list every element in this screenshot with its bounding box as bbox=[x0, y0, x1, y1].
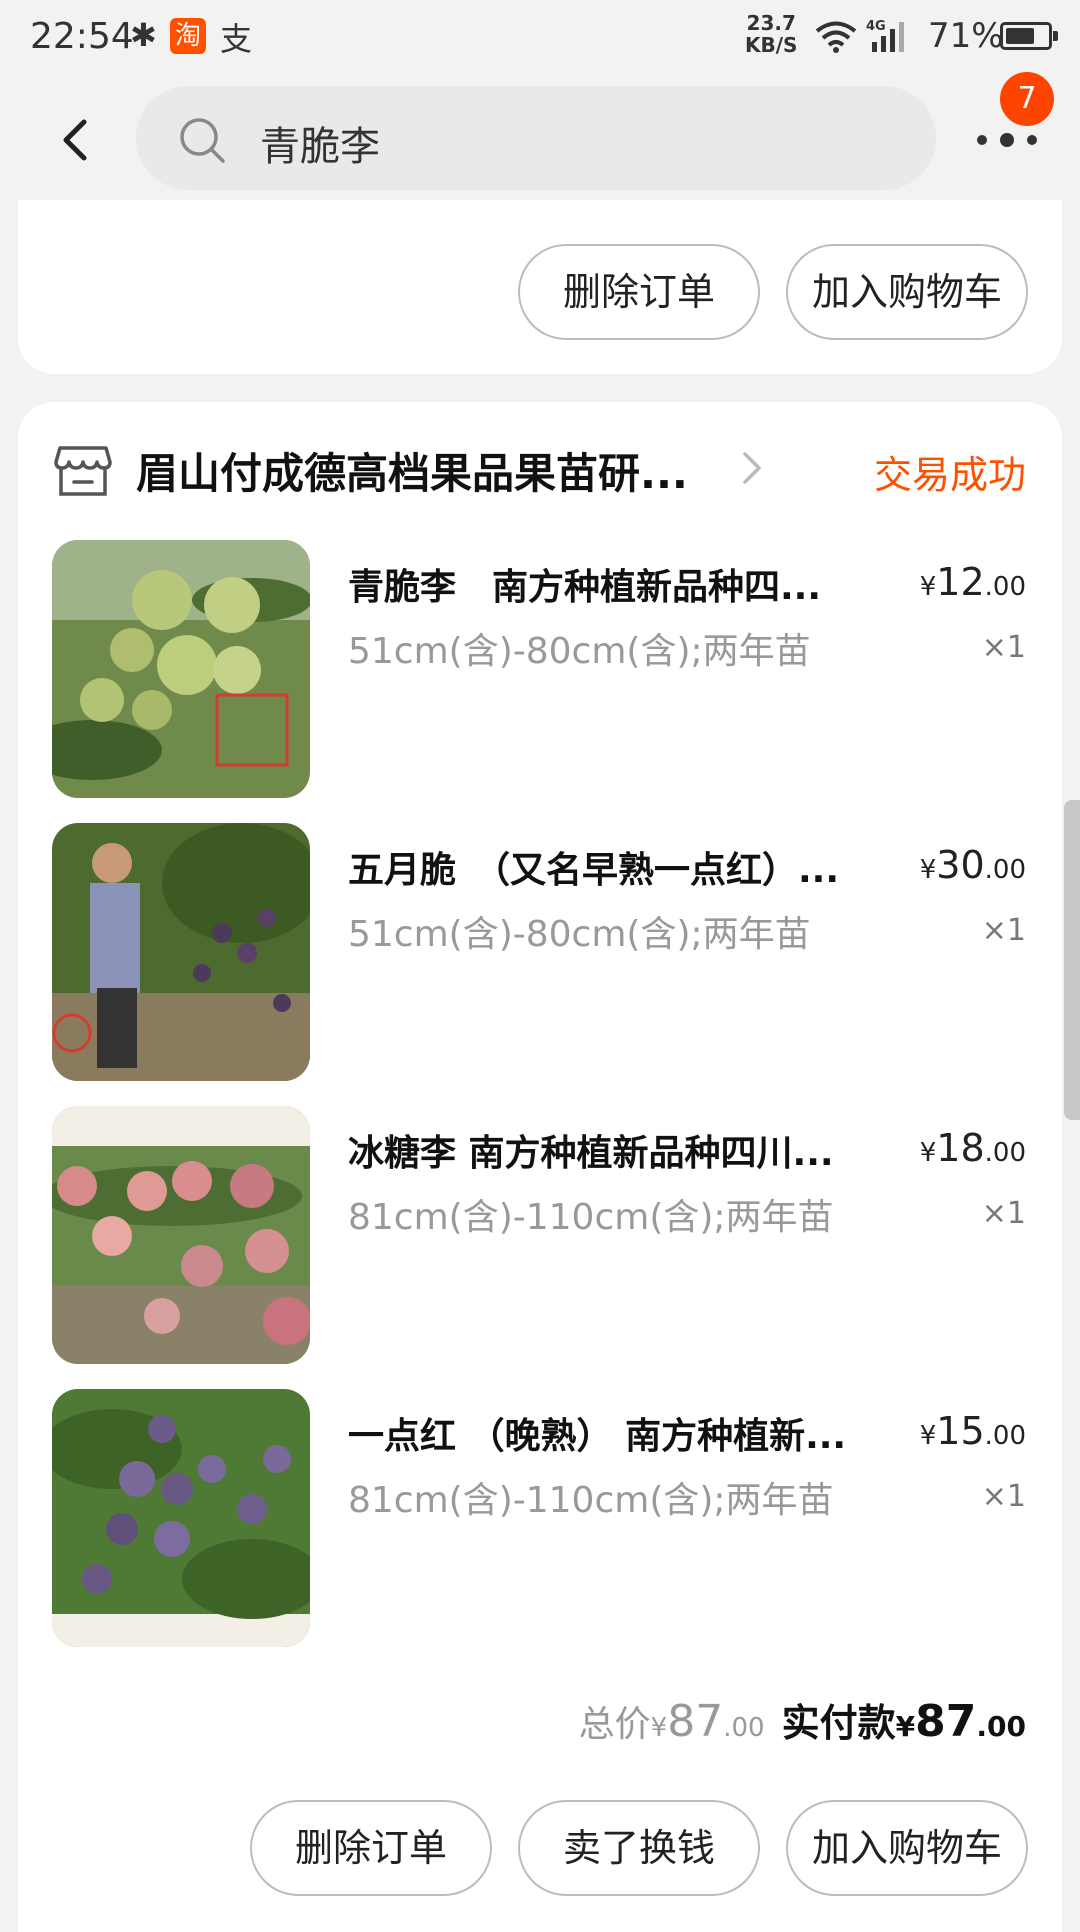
order-item-wuyuecui[interactable]: 五月脆 （又名早熟一点红）... 51cm(含)-80cm(含);两年苗 ¥30… bbox=[18, 823, 1062, 1083]
delete-order-button[interactable]: 删除订单 bbox=[518, 244, 760, 340]
total-integer: 87 bbox=[667, 1696, 724, 1747]
product-title[interactable]: 五月脆 （又名早熟一点红）... bbox=[348, 841, 903, 893]
add-to-cart-button[interactable]: 加入购物车 bbox=[786, 244, 1028, 340]
shop-header[interactable]: 眉山付成德高档果品果苗研... 交易成功 bbox=[18, 402, 1062, 532]
order-item-bingtangli[interactable]: 冰糖李 南方种植新品种四川... 81cm(含)-110cm(含);两年苗 ¥1… bbox=[18, 1106, 1062, 1366]
price-currency: ¥ bbox=[919, 1138, 937, 1168]
back-arrow-icon[interactable] bbox=[50, 110, 110, 170]
price-currency: ¥ bbox=[919, 572, 937, 602]
network-type: 4G bbox=[866, 19, 886, 34]
delete-order-button[interactable]: 删除订单 bbox=[250, 1800, 492, 1896]
signal-icon: 4G bbox=[866, 19, 904, 52]
price-currency: ¥ bbox=[919, 1421, 937, 1451]
sell-for-cash-button[interactable]: 卖了换钱 bbox=[518, 1800, 760, 1896]
product-spec: 51cm(含)-80cm(含);两年苗 bbox=[348, 631, 811, 672]
paid-integer: 87 bbox=[915, 1696, 977, 1747]
battery-level bbox=[1006, 28, 1034, 44]
previous-order-card: 删除订单 加入购物车 bbox=[18, 200, 1062, 374]
add-to-cart-button[interactable]: 加入购物车 bbox=[786, 1800, 1028, 1896]
price-integer: 15 bbox=[936, 1409, 985, 1453]
price-decimal: .00 bbox=[984, 1138, 1026, 1168]
order-status: 交易成功 bbox=[873, 453, 1026, 497]
alipay-app-icon: 支 bbox=[220, 20, 253, 58]
total-decimal: .00 bbox=[723, 1713, 765, 1743]
product-image[interactable] bbox=[52, 1389, 310, 1647]
order-totals: 总价¥87.00 实付款¥87.00 bbox=[579, 1692, 1026, 1747]
search-query[interactable]: 青脆李 bbox=[260, 114, 380, 172]
shop-name[interactable]: 眉山付成德高档果品果苗研... bbox=[136, 440, 746, 501]
product-quantity: ×1 bbox=[981, 913, 1026, 948]
product-title[interactable]: 一点红 （晚熟） 南方种植新... bbox=[348, 1407, 903, 1459]
chevron-right-icon bbox=[743, 452, 761, 484]
wifi-icon bbox=[815, 21, 857, 53]
paid-label: 实付款 bbox=[781, 1701, 896, 1745]
order-card: 眉山付成德高档果品果苗研... 交易成功 青脆李 南方种植新品种四... 51c… bbox=[18, 402, 1062, 1932]
search-header: 青脆李 7 bbox=[0, 72, 1080, 200]
product-price: ¥15.00 bbox=[920, 1409, 1026, 1453]
battery-percent: 71% bbox=[928, 16, 1004, 56]
scrollbar-thumb[interactable] bbox=[1064, 800, 1080, 1120]
paid-decimal: .00 bbox=[976, 1710, 1026, 1743]
paid-currency: ¥ bbox=[895, 1710, 916, 1743]
network-speed-unit: KB/S bbox=[745, 33, 798, 57]
price-integer: 30 bbox=[936, 843, 985, 887]
product-price: ¥30.00 bbox=[920, 843, 1026, 887]
product-quantity: ×1 bbox=[981, 1196, 1026, 1231]
total-label: 总价 bbox=[578, 1704, 651, 1745]
product-spec: 81cm(含)-110cm(含);两年苗 bbox=[348, 1480, 834, 1521]
product-spec: 51cm(含)-80cm(含);两年苗 bbox=[348, 914, 811, 955]
store-icon bbox=[54, 446, 112, 496]
order-item-yidianhong[interactable]: 一点红 （晚熟） 南方种植新... 81cm(含)-110cm(含);两年苗 ¥… bbox=[18, 1389, 1062, 1649]
search-icon bbox=[180, 118, 225, 163]
search-bar[interactable]: 青脆李 bbox=[136, 86, 936, 190]
order-item-qingcuili[interactable]: 青脆李 南方种植新品种四... 51cm(含)-80cm(含);两年苗 ¥12.… bbox=[18, 540, 1062, 800]
product-quantity: ×1 bbox=[981, 1479, 1026, 1514]
product-price: ¥12.00 bbox=[920, 560, 1026, 604]
status-bar: 22:54 ✱ 淘 支 23.7 KB/S 4G 71% bbox=[0, 0, 1080, 80]
price-decimal: .00 bbox=[984, 1421, 1026, 1451]
price-decimal: .00 bbox=[984, 855, 1026, 885]
product-price: ¥18.00 bbox=[920, 1126, 1026, 1170]
product-image[interactable] bbox=[52, 823, 310, 1081]
product-title[interactable]: 冰糖李 南方种植新品种四川... bbox=[348, 1124, 903, 1176]
taobao-app-icon: 淘 bbox=[170, 18, 206, 54]
battery-icon bbox=[1000, 22, 1058, 50]
product-image[interactable] bbox=[52, 540, 310, 798]
notification-badge: 7 bbox=[1000, 72, 1054, 126]
product-title[interactable]: 青脆李 南方种植新品种四... bbox=[348, 558, 903, 610]
bluetooth-icon: ✱ bbox=[130, 16, 157, 54]
more-dots-icon[interactable] bbox=[970, 120, 1060, 160]
network-speed: 23.7 KB/S bbox=[745, 12, 797, 56]
total-currency: ¥ bbox=[650, 1713, 668, 1743]
price-integer: 18 bbox=[936, 1126, 985, 1170]
status-time: 22:54 bbox=[30, 16, 134, 57]
product-quantity: ×1 bbox=[981, 630, 1026, 665]
network-speed-value: 23.7 bbox=[746, 11, 796, 35]
price-decimal: .00 bbox=[984, 572, 1026, 602]
price-integer: 12 bbox=[936, 560, 985, 604]
product-image[interactable] bbox=[52, 1106, 310, 1364]
battery-terminal bbox=[1053, 31, 1058, 41]
price-currency: ¥ bbox=[919, 855, 937, 885]
product-spec: 81cm(含)-110cm(含);两年苗 bbox=[348, 1197, 834, 1238]
